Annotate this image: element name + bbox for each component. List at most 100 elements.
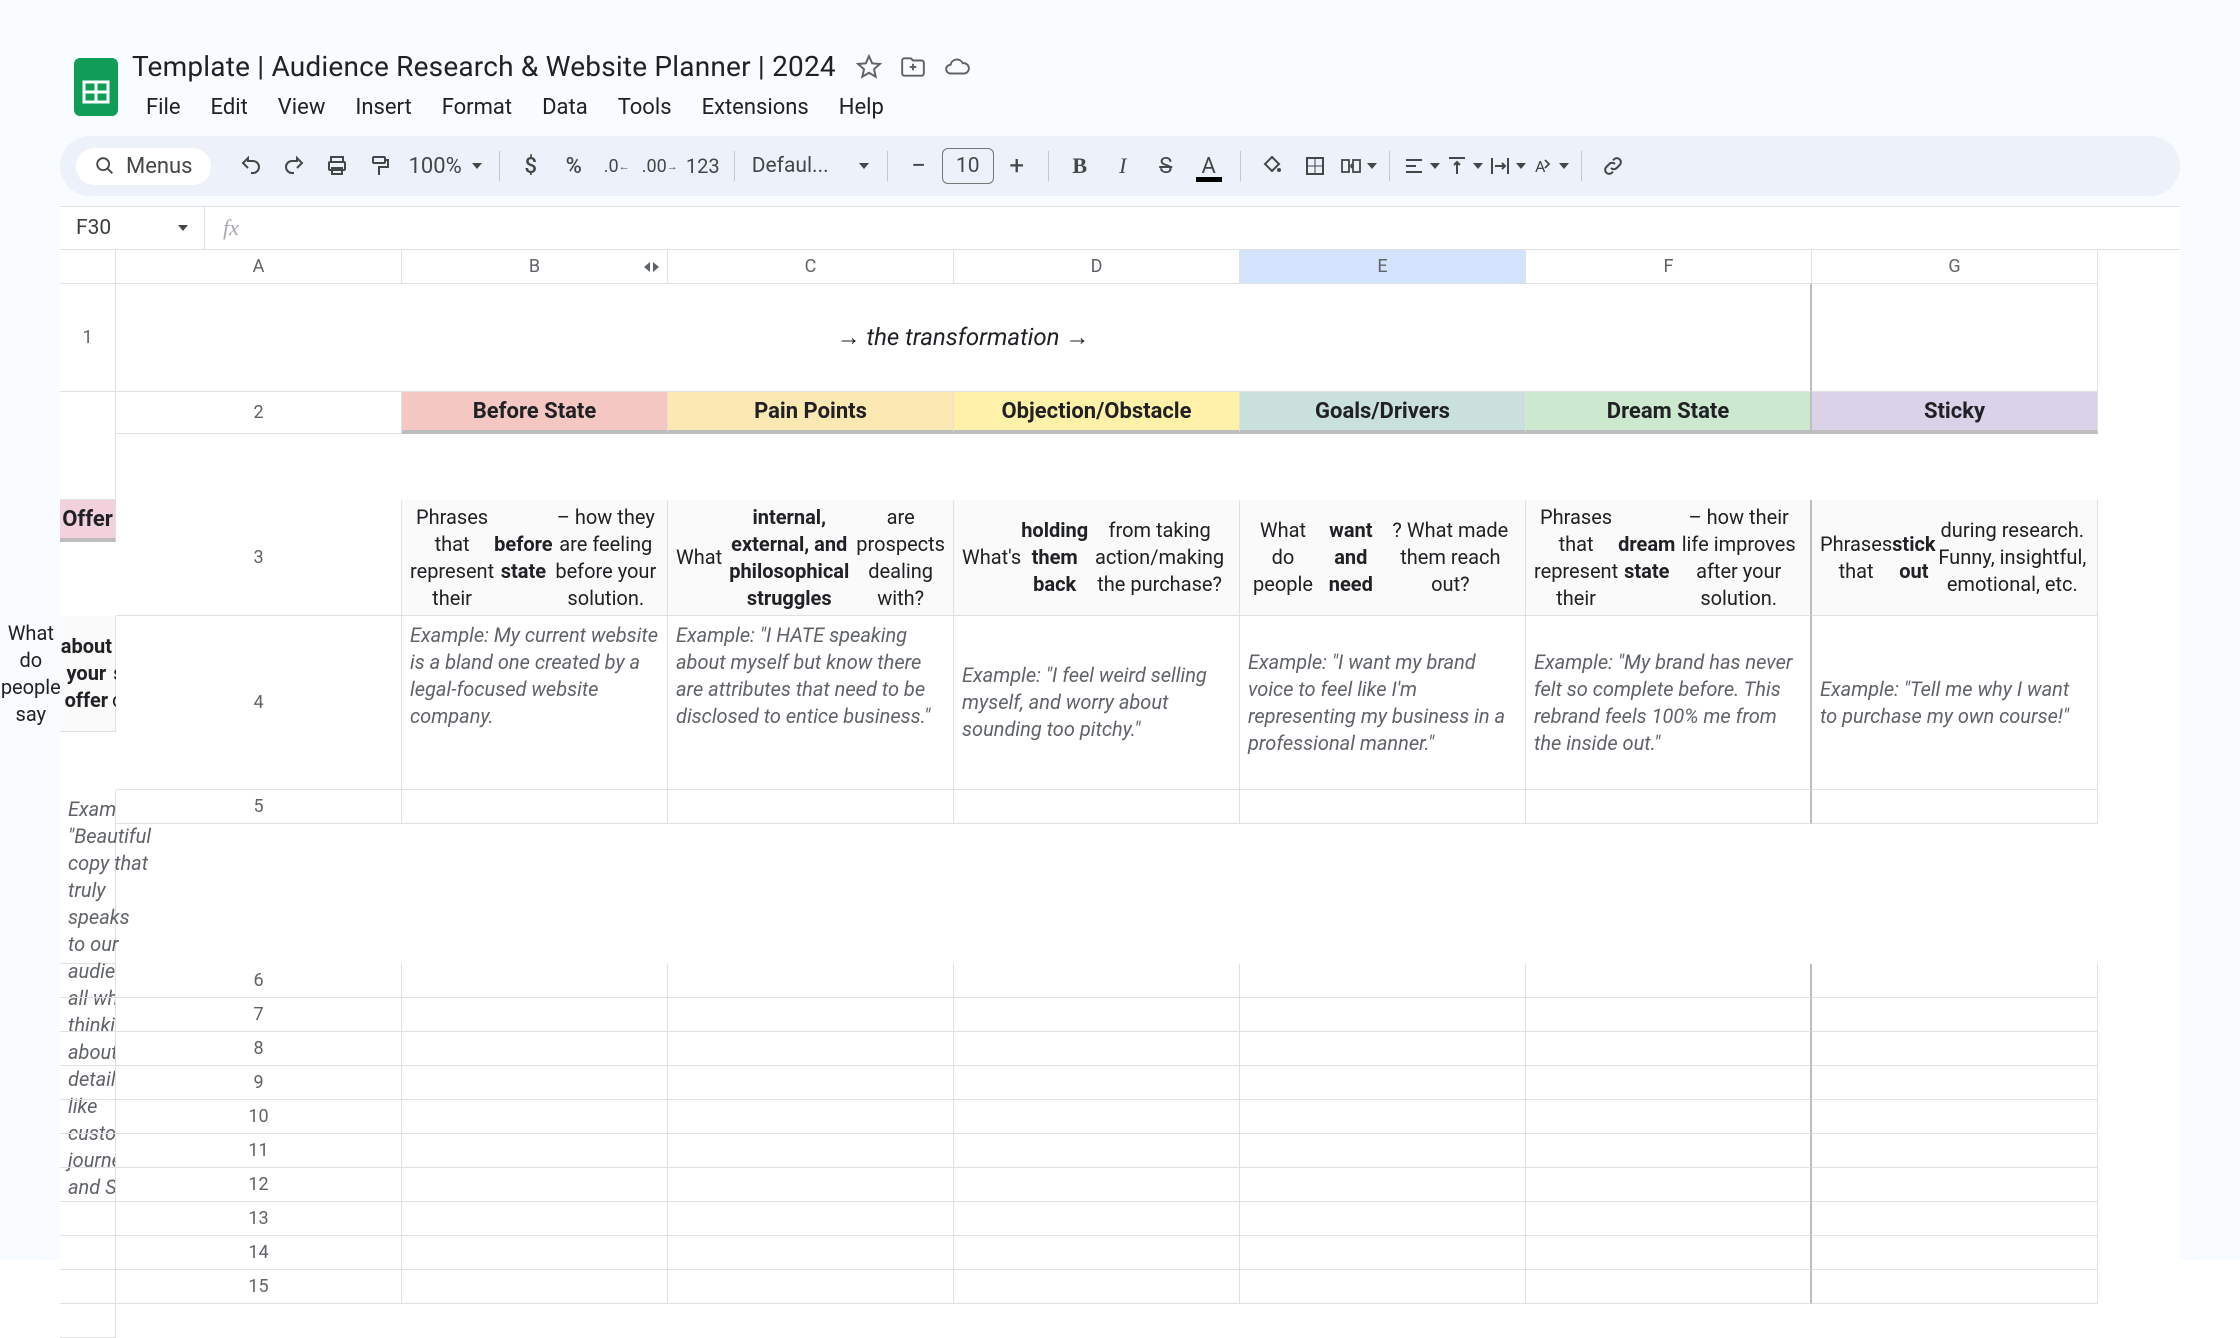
desc-offer[interactable]: What do people say about your offer–or s… [60,616,116,732]
cell[interactable] [60,1168,116,1202]
cell[interactable] [402,1270,668,1304]
row-header-11[interactable]: 11 [116,1134,402,1168]
borders-button[interactable] [1295,146,1335,186]
menu-format[interactable]: Format [428,91,526,124]
row-header-12[interactable]: 12 [116,1168,402,1202]
cell[interactable] [1240,1236,1526,1270]
cell[interactable] [1526,1168,1812,1202]
cell[interactable] [668,998,954,1032]
cell[interactable] [60,998,116,1032]
increase-decimal-button[interactable]: .00→ [640,146,680,186]
menu-data[interactable]: Data [528,91,602,124]
row-header-5[interactable]: 5 [116,790,402,824]
cell[interactable] [668,1202,954,1236]
row-header-3[interactable]: 3 [116,500,402,616]
print-button[interactable] [317,146,357,186]
cell[interactable] [1812,1032,2098,1066]
fill-color-button[interactable] [1252,146,1292,186]
link-button[interactable] [1593,146,1633,186]
header-goals[interactable]: Goals/Drivers [1240,392,1526,434]
row-header-9[interactable]: 9 [116,1066,402,1100]
row-header-14[interactable]: 14 [116,1236,402,1270]
ex-objection[interactable]: Example: "I feel weird selling myself, a… [954,616,1240,790]
cell[interactable] [954,1032,1240,1066]
cell[interactable] [402,790,668,824]
cell[interactable] [1812,1202,2098,1236]
cell[interactable] [1526,964,1812,998]
wrap-button[interactable] [1487,146,1527,186]
font-size-input[interactable]: 10 [942,148,994,184]
cell[interactable] [402,1236,668,1270]
cell[interactable] [668,1270,954,1304]
move-icon[interactable] [900,54,926,80]
cell[interactable] [1526,998,1812,1032]
row-header-13[interactable]: 13 [116,1202,402,1236]
row-header-7[interactable]: 7 [116,998,402,1032]
desc-goals[interactable]: What do people want and need? What made … [1240,500,1526,616]
cell-transformation-header[interactable]: → the transformation → [116,284,1812,392]
cell[interactable] [954,1100,1240,1134]
search-menus[interactable]: Menus [76,148,211,185]
col-header-A[interactable]: A [116,250,402,284]
valign-button[interactable] [1444,146,1484,186]
desc-before-state[interactable]: Phrases that represent their before stat… [402,500,668,616]
more-formats-button[interactable]: 123 [683,146,723,186]
cell[interactable] [954,964,1240,998]
cell[interactable] [1240,1168,1526,1202]
cell[interactable] [1526,1100,1812,1134]
decrease-decimal-button[interactable]: .0← [597,146,637,186]
cell[interactable] [60,964,116,998]
cell[interactable] [1526,1236,1812,1270]
col-header-E[interactable]: E [1240,250,1526,284]
cell[interactable] [1812,1134,2098,1168]
cell[interactable] [402,1168,668,1202]
cell[interactable] [1240,964,1526,998]
cell[interactable] [1812,964,2098,998]
cell[interactable] [402,1100,668,1134]
cell[interactable] [1240,790,1526,824]
row-header-2[interactable]: 2 [116,392,402,434]
cell[interactable] [60,1134,116,1168]
cell[interactable] [1812,1168,2098,1202]
cell[interactable] [1240,1270,1526,1304]
cell[interactable] [1812,1270,2098,1304]
formula-input[interactable] [257,207,2180,249]
col-header-F[interactable]: F [1526,250,1812,284]
cell[interactable] [954,1236,1240,1270]
desc-pain-points[interactable]: What internal, external, and philosophic… [668,500,954,616]
text-color-button[interactable]: A [1189,146,1229,186]
cell[interactable] [1526,1270,1812,1304]
cell[interactable] [402,1032,668,1066]
cell[interactable] [668,1134,954,1168]
cell[interactable] [954,1202,1240,1236]
header-dream-state[interactable]: Dream State [1526,392,1812,434]
cell[interactable] [1240,1134,1526,1168]
header-offer[interactable]: Offer [60,500,116,542]
row-header-1[interactable]: 1 [60,284,116,392]
cell[interactable] [402,964,668,998]
row-header-15[interactable]: 15 [116,1270,402,1304]
cell[interactable] [1240,1066,1526,1100]
cell[interactable] [60,1270,116,1304]
cell[interactable] [1240,1202,1526,1236]
rotate-button[interactable]: A [1530,146,1570,186]
row-header-4[interactable]: 4 [116,616,402,790]
cell[interactable] [954,998,1240,1032]
menu-insert[interactable]: Insert [341,91,425,124]
cell[interactable] [1526,1202,1812,1236]
header-sticky[interactable]: Sticky [1812,392,2098,434]
redo-button[interactable] [274,146,314,186]
ex-dream-state[interactable]: Example: "My brand has never felt so com… [1526,616,1812,790]
menu-view[interactable]: View [264,91,340,124]
col-header-G[interactable]: G [1812,250,2098,284]
header-before-state[interactable]: Before State [402,392,668,434]
cell[interactable] [954,790,1240,824]
select-all-corner[interactable] [60,250,116,284]
cell[interactable] [1812,1066,2098,1100]
cell[interactable] [668,1032,954,1066]
cell[interactable] [402,1202,668,1236]
header-pain-points[interactable]: Pain Points [668,392,954,434]
cell[interactable] [668,1168,954,1202]
cell[interactable] [60,1066,116,1100]
bold-button[interactable]: B [1060,146,1100,186]
